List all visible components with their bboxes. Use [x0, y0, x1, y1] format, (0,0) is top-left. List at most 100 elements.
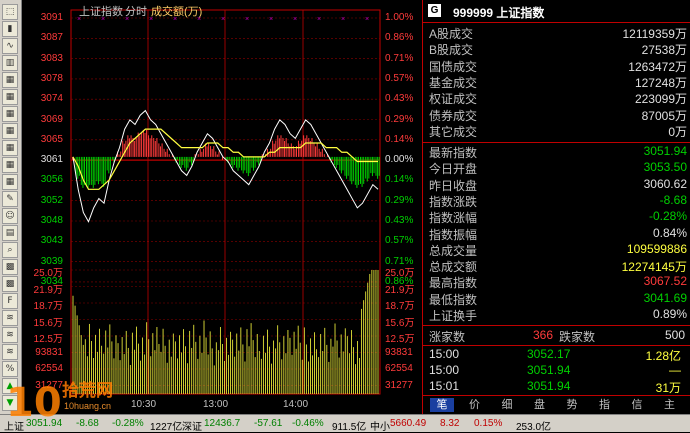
volume-axis-label-right: 62554	[385, 363, 413, 374]
kline-icon[interactable]: ▮	[2, 21, 18, 37]
panel-tab[interactable]: 主	[658, 398, 682, 412]
calendar-icon[interactable]: ▦	[2, 174, 18, 190]
sz-pct: -0.46%	[292, 418, 324, 429]
quote-row: 昨日收盘 3060.62	[429, 177, 687, 193]
volume-axis-label-right: 25.0万	[385, 268, 415, 279]
row-label: 上证换手	[429, 309, 478, 323]
row-value: 109599886	[626, 241, 687, 256]
row-value: -0.28%	[648, 209, 687, 224]
grid-icon[interactable]: ▩	[2, 259, 18, 275]
tick-row: 15:00 3051.94 —	[427, 363, 687, 379]
zoom-icon[interactable]: ⌕	[2, 242, 18, 258]
sz-change: -57.61	[254, 418, 283, 429]
row-label: 总成交额	[429, 260, 478, 275]
panel-tab[interactable]: 盘	[528, 398, 552, 412]
chart-canvas[interactable]: × × × × × × × × × × × × ×	[21, 0, 422, 414]
row-value: 3041.69	[643, 290, 687, 305]
row-label: 权证成交	[429, 92, 478, 107]
index-code-name: 999999 上证指数	[453, 6, 545, 20]
panel-tab[interactable]: 势	[560, 398, 584, 412]
row-value: 3051.94	[643, 144, 687, 158]
quote-row: 总成交额 12274145万	[429, 258, 687, 274]
row-label: 债券成交	[429, 108, 478, 123]
tick-row: 15:01 3051.94 31万	[427, 379, 687, 395]
panel-tab[interactable]: 细	[495, 398, 519, 412]
panel-tab[interactable]: 价	[463, 398, 487, 412]
price-line	[72, 109, 379, 223]
panel-tab[interactable]: 笔	[430, 398, 454, 412]
turnover-row: 其它成交 0万	[429, 123, 687, 139]
row-label: B股成交	[429, 43, 474, 58]
quote-row: 指数振幅 0.84%	[429, 226, 687, 242]
tool-icon[interactable]: ✎	[2, 191, 18, 207]
row-label: 最新指数	[429, 146, 478, 160]
row-label: 最高指数	[429, 276, 478, 291]
row-label: 指数涨幅	[429, 211, 478, 226]
tick-volume: —	[669, 363, 681, 377]
tick-time: 15:01	[429, 379, 460, 393]
quote-row: 最低指数 3041.69	[429, 291, 687, 307]
row-value: 3060.62	[643, 176, 687, 191]
quote-row: 上证换手 0.89%	[429, 307, 687, 323]
volume-axis-label-right: 93831	[385, 346, 413, 358]
pct-axis-label: 0.86%	[385, 32, 414, 44]
chart-icon[interactable]: ≋	[2, 344, 18, 360]
updown-row: 涨家数 366 跌家数 500	[427, 328, 687, 344]
zx-pct: 0.15%	[474, 418, 503, 429]
f10-icon[interactable]: F	[2, 293, 18, 309]
pct-axis-label: 0.14%	[385, 133, 414, 145]
bar-icon[interactable]: ▥	[2, 55, 18, 71]
panel-tab[interactable]: 信	[625, 398, 649, 412]
volume-axis-label-right: 15.6万	[385, 317, 415, 329]
volume-axis-label-right: 31277	[385, 379, 413, 391]
price-axis-label: 3074	[40, 93, 63, 105]
user-icon[interactable]: ☺	[2, 208, 18, 224]
turnover-row: 债券成交 87005万	[429, 107, 687, 123]
price-axis-label: 3087	[40, 32, 63, 44]
marker-icon: ×	[341, 16, 345, 23]
volume-axis-label-right: 12.5万	[385, 334, 415, 345]
turnover-row: A股成交 12119359万	[429, 25, 687, 41]
marker-icon: ×	[317, 16, 321, 23]
panel-tab[interactable]: 指	[593, 398, 617, 412]
chart-icon[interactable]: ≋	[2, 310, 18, 326]
calendar-icon[interactable]: ▦	[2, 72, 18, 88]
tick-price: 3051.94	[527, 379, 571, 393]
zx-price: 5660.49	[390, 418, 427, 429]
watermark-url: 10huang.cn	[64, 401, 112, 411]
zx-change: 8.32	[440, 418, 460, 429]
time-axis-label: 10:30	[131, 399, 157, 410]
pct-axis-label: 0.57%	[385, 72, 414, 84]
calendar-icon[interactable]: ▦	[2, 123, 18, 139]
chart-indicator[interactable]: 成交额(万)	[151, 3, 202, 19]
pct-axis-label: 0.00%	[385, 154, 414, 166]
volume-axis-label-left: 15.6万	[33, 317, 63, 329]
tick-price: 3052.17	[527, 347, 571, 361]
row-label: 指数振幅	[429, 227, 478, 242]
price-axis-label: 3056	[40, 174, 63, 186]
marker-icon: ×	[221, 16, 225, 23]
watermark-number: 10	[6, 380, 62, 426]
news-icon[interactable]: ▤	[2, 225, 18, 241]
calendar-icon[interactable]: ▦	[2, 106, 18, 122]
tick-time: 15:00	[429, 363, 460, 377]
calendar-icon[interactable]: ▦	[2, 140, 18, 156]
intraday-chart[interactable]: × × × × × × × × × × × × × 上证指数 分时 成交额(万) 3091 3087 308…	[21, 0, 422, 414]
row-label: A股成交	[429, 27, 474, 41]
chart-icon[interactable]: ≋	[2, 327, 18, 343]
row-label: 最低指数	[429, 292, 478, 307]
chart-mode[interactable]: 分时	[125, 3, 147, 19]
trend-icon[interactable]: ∿	[2, 38, 18, 54]
pct-axis-label: 0.14%	[385, 174, 414, 186]
calendar-icon[interactable]: ▦	[2, 157, 18, 173]
row-value: 127248万	[634, 75, 687, 90]
percent-icon[interactable]: %	[2, 361, 18, 377]
grid-icon[interactable]: ▩	[2, 276, 18, 292]
row-value: 3053.50	[643, 160, 687, 175]
quote-row: 最高指数 3067.52	[429, 274, 687, 290]
divider	[423, 325, 690, 326]
volume-axis-label-left: 12.5万	[33, 334, 63, 345]
select-icon[interactable]: ⬚	[2, 4, 18, 20]
calendar-icon[interactable]: ▦	[2, 89, 18, 105]
up-count-label: 涨家数	[429, 330, 466, 344]
